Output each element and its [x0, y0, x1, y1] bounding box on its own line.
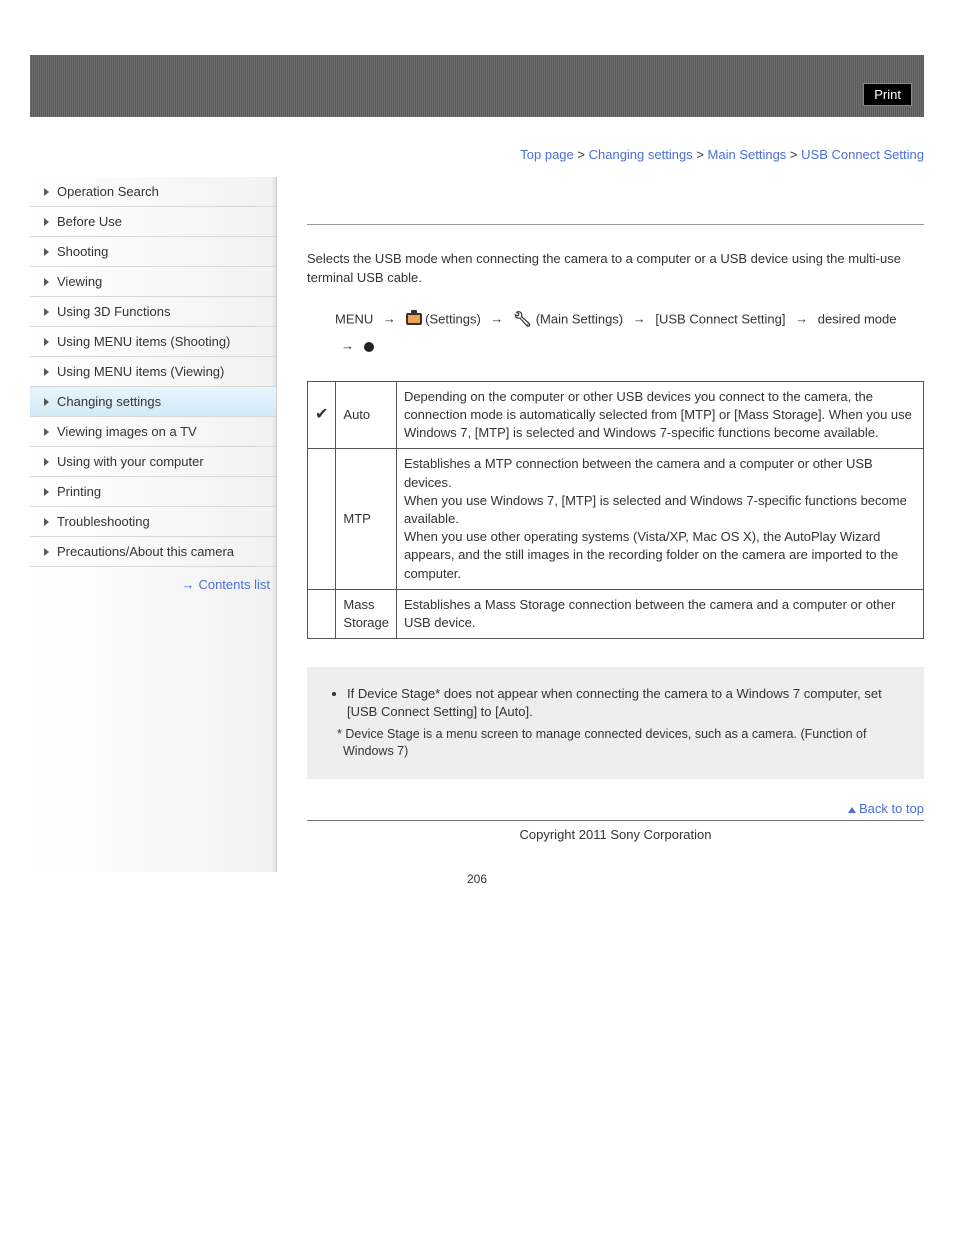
sidebar-item[interactable]: Operation Search [30, 177, 276, 207]
chevron-right-icon [44, 488, 49, 496]
sidebar: Operation Search Before Use Shooting Viewin… [30, 177, 277, 872]
contents-list-link[interactable]: → Contents list [30, 567, 276, 602]
sidebar-item[interactable]: Viewing [30, 267, 276, 297]
table-label-cell: MTP [336, 449, 397, 589]
chevron-right-icon [44, 308, 49, 316]
sidebar-item-label: Using MENU items (Shooting) [57, 334, 230, 349]
sidebar-item-label: Viewing [57, 274, 102, 289]
chevron-right-icon [44, 338, 49, 346]
chevron-right-icon [44, 518, 49, 526]
table-check-cell: ✔ [308, 381, 336, 449]
breadcrumb-sep: > [577, 147, 585, 162]
ok-dot-icon [364, 342, 374, 352]
menu-path-usb: [USB Connect Setting] [655, 311, 785, 326]
arrow-right-icon [341, 334, 354, 359]
options-table: ✔ AutoDepending on the computer or other … [307, 381, 924, 639]
page-title-area [307, 177, 924, 225]
arrow-right-icon [633, 307, 646, 332]
header-band: Print [30, 55, 924, 117]
arrow-right-icon [490, 307, 503, 332]
arrow-right-icon [383, 307, 396, 332]
chevron-right-icon [44, 218, 49, 226]
breadcrumb-sep: > [696, 147, 704, 162]
contents-list-label: Contents list [198, 577, 270, 592]
sidebar-item-label: Before Use [57, 214, 122, 229]
footer-rule [307, 820, 924, 821]
check-icon: ✔ [315, 406, 328, 423]
settings-icon [406, 313, 422, 325]
arrow-right-icon [795, 307, 808, 332]
sidebar-item[interactable]: Using 3D Functions [30, 297, 276, 327]
back-to-top-link[interactable]: Back to top [307, 801, 924, 816]
breadcrumb-top[interactable]: Top page [520, 147, 574, 162]
note-bullet: If Device Stage* does not appear when co… [347, 685, 908, 721]
sidebar-item[interactable]: Shooting [30, 237, 276, 267]
sidebar-item-label: Using MENU items (Viewing) [57, 364, 224, 379]
table-row: MTPEstablishes a MTP connection between … [308, 449, 924, 589]
main-content: Selects the USB mode when connecting the… [307, 177, 924, 872]
breadcrumb-current: USB Connect Setting [801, 147, 924, 162]
sidebar-item[interactable]: Viewing images on a TV [30, 417, 276, 447]
arrow-up-icon [848, 807, 856, 813]
chevron-right-icon [44, 278, 49, 286]
sidebar-item-label: Precautions/About this camera [57, 544, 234, 559]
table-label-cell: Mass Storage [336, 589, 397, 638]
sidebar-item-label: Operation Search [57, 184, 159, 199]
chevron-right-icon [44, 458, 49, 466]
table-check-cell [308, 589, 336, 638]
chevron-right-icon [44, 428, 49, 436]
menu-path-main-settings: (Main Settings) [536, 311, 623, 326]
menu-path-menu: MENU [335, 311, 373, 326]
sidebar-item-label: Viewing images on a TV [57, 424, 197, 439]
back-to-top-label: Back to top [859, 801, 924, 816]
sidebar-item[interactable]: Using MENU items (Shooting) [30, 327, 276, 357]
print-button[interactable]: Print [863, 83, 912, 106]
table-desc-cell: Depending on the computer or other USB d… [396, 381, 923, 449]
chevron-right-icon [44, 248, 49, 256]
sidebar-item-label: Printing [57, 484, 101, 499]
sidebar-item[interactable]: Before Use [30, 207, 276, 237]
page-number: 206 [30, 872, 924, 886]
sidebar-item[interactable]: Using MENU items (Viewing) [30, 357, 276, 387]
sidebar-item-label: Using with your computer [57, 454, 204, 469]
breadcrumb-changing-settings[interactable]: Changing settings [589, 147, 693, 162]
table-label-cell: Auto [336, 381, 397, 449]
intro-text: Selects the USB mode when connecting the… [307, 250, 924, 288]
chevron-right-icon [44, 368, 49, 376]
sidebar-item-label: Shooting [57, 244, 108, 259]
table-row: Mass StorageEstablishes a Mass Storage c… [308, 589, 924, 638]
breadcrumb-main-settings[interactable]: Main Settings [708, 147, 787, 162]
table-desc-cell: Establishes a MTP connection between the… [396, 449, 923, 589]
sidebar-item[interactable]: Using with your computer [30, 447, 276, 477]
table-check-cell [308, 449, 336, 589]
table-row: ✔ AutoDepending on the computer or other … [308, 381, 924, 449]
arrow-right-icon: → [181, 577, 194, 592]
sidebar-item[interactable]: Precautions/About this camera [30, 537, 276, 567]
table-desc-cell: Establishes a Mass Storage connection be… [396, 589, 923, 638]
sidebar-item[interactable]: Printing [30, 477, 276, 507]
menu-path-settings: (Settings) [425, 311, 481, 326]
sidebar-item[interactable]: Changing settings [30, 387, 276, 417]
note-footnote: * Device Stage is a menu screen to manag… [333, 726, 908, 761]
menu-path-desired: desired mode [818, 311, 897, 326]
sidebar-item-label: Using 3D Functions [57, 304, 170, 319]
breadcrumb-sep: > [790, 147, 798, 162]
chevron-right-icon [44, 188, 49, 196]
breadcrumb: Top page > Changing settings > Main Sett… [30, 147, 924, 162]
menu-path: MENU (Settings) 🔧︎ (Main Settings) [USB … [307, 306, 924, 359]
chevron-right-icon [44, 548, 49, 556]
notes-box: If Device Stage* does not appear when co… [307, 667, 924, 778]
sidebar-item-label: Changing settings [57, 394, 161, 409]
sidebar-item-label: Troubleshooting [57, 514, 150, 529]
main-settings-icon: 🔧︎ [513, 306, 532, 335]
chevron-right-icon [44, 398, 49, 406]
sidebar-item[interactable]: Troubleshooting [30, 507, 276, 537]
copyright: Copyright 2011 Sony Corporation [307, 827, 924, 842]
